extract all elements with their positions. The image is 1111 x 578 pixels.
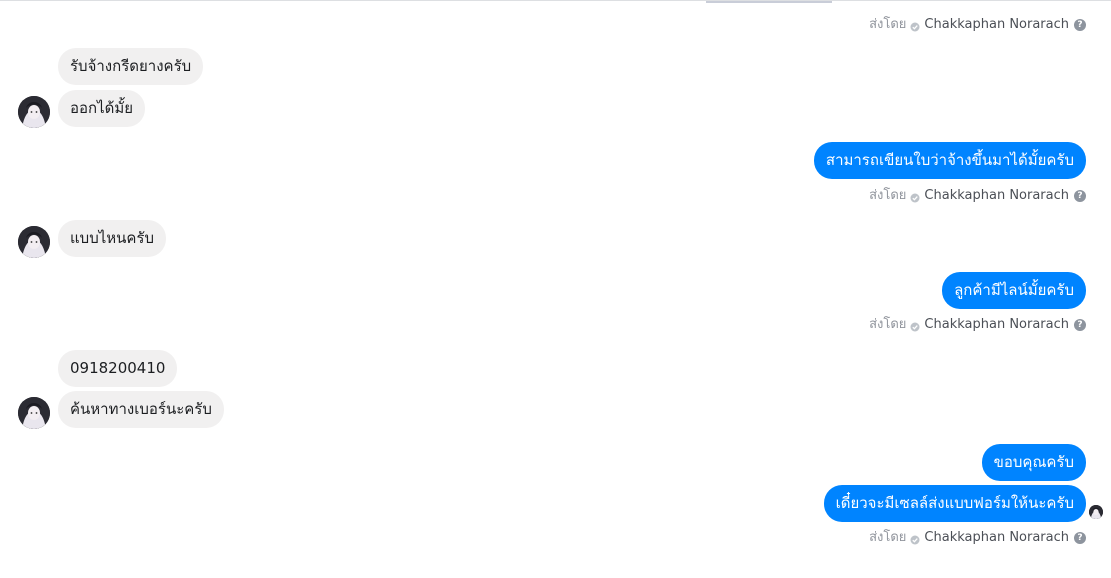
sent-by-label: ส่งโดย xyxy=(869,530,907,545)
avatar[interactable] xyxy=(18,96,50,128)
message-bubble-outgoing[interactable]: เดี๋ยวจะมีเซลล์ส่งแบบฟอร์มให้นะครับ xyxy=(823,485,1086,522)
check-icon xyxy=(910,191,920,203)
sent-by-label: ส่งโดย xyxy=(869,317,907,332)
sender-name[interactable]: Chakkaphan Norarach xyxy=(924,316,1069,334)
sender-name[interactable]: Chakkaphan Norarach xyxy=(924,529,1069,547)
message-bubble-incoming[interactable]: 0918200410 xyxy=(58,350,178,387)
previous-image-attachment[interactable] xyxy=(706,1,832,3)
sent-by-info: ส่งโดย Chakkaphan Norarach ? xyxy=(869,16,1086,34)
sent-by-info: ส่งโดย Chakkaphan Norarach ? xyxy=(869,316,1086,334)
sender-name[interactable]: Chakkaphan Norarach xyxy=(924,16,1069,34)
seen-avatar xyxy=(1089,505,1103,519)
message-bubble-incoming[interactable]: แบบไหนครับ xyxy=(58,220,167,257)
check-icon xyxy=(910,533,920,545)
message-bubble-outgoing[interactable]: ลูกค้ามีไลน์มั้ยครับ xyxy=(942,272,1086,309)
avatar[interactable] xyxy=(18,226,50,258)
sent-by-label: ส่งโดย xyxy=(869,188,907,203)
help-icon[interactable]: ? xyxy=(1074,319,1086,331)
sent-by-label: ส่งโดย xyxy=(869,17,907,32)
help-icon[interactable]: ? xyxy=(1074,190,1086,202)
sender-name[interactable]: Chakkaphan Norarach xyxy=(924,187,1069,205)
message-bubble-incoming[interactable]: รับจ้างกรีดยางครับ xyxy=(58,48,204,85)
sent-by-info: ส่งโดย Chakkaphan Norarach ? xyxy=(869,529,1086,547)
sent-by-info: ส่งโดย Chakkaphan Norarach ? xyxy=(869,187,1086,205)
help-icon[interactable]: ? xyxy=(1074,532,1086,544)
avatar[interactable] xyxy=(18,397,50,429)
help-icon[interactable]: ? xyxy=(1074,19,1086,31)
message-bubble-outgoing[interactable]: ขอบคุณครับ xyxy=(981,444,1086,481)
chat-thread: ส่งโดย Chakkaphan Norarach ? รับจ้างกรีด… xyxy=(0,0,1111,578)
message-bubble-incoming[interactable]: ค้นหาทางเบอร์นะครับ xyxy=(58,391,224,428)
message-bubble-incoming[interactable]: ออกได้มั้ย xyxy=(58,90,146,127)
message-bubble-outgoing[interactable]: สามารถเขียนใบว่าจ้างขึ้นมาได้มั้ยครับ xyxy=(813,142,1086,179)
check-icon xyxy=(910,320,920,332)
check-icon xyxy=(910,20,920,32)
